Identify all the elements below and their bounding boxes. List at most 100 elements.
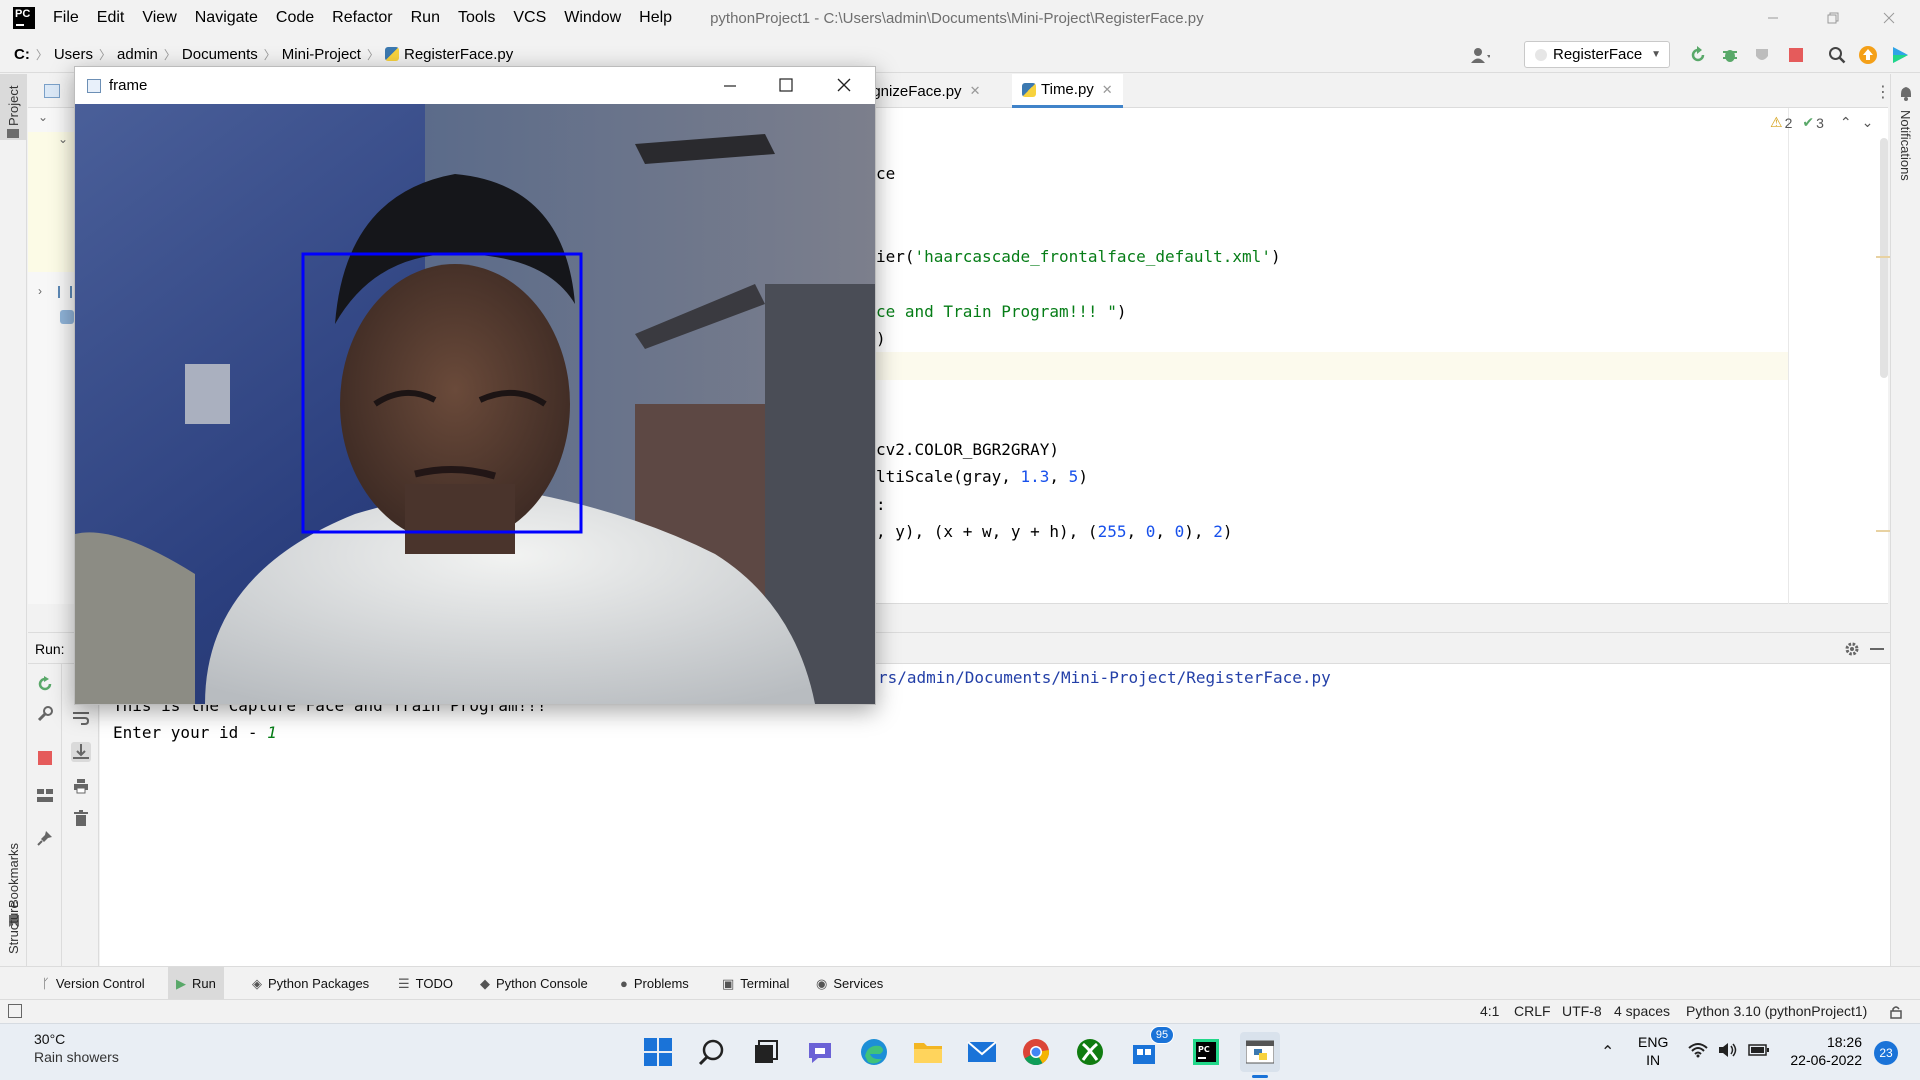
caret-position[interactable]: 4:1 [1480, 1003, 1499, 1019]
file-encoding[interactable]: UTF-8 [1562, 1003, 1602, 1019]
menu-code[interactable]: Code [276, 9, 314, 27]
close-icon[interactable] [837, 78, 851, 92]
code-with-me-icon[interactable] [1890, 45, 1910, 65]
error-stripe-mark[interactable] [1876, 256, 1890, 258]
gear-icon[interactable] [1844, 641, 1860, 657]
wifi-icon[interactable] [1688, 1042, 1708, 1058]
update-icon[interactable] [1858, 45, 1878, 65]
language-indicator[interactable]: ENG IN [1638, 1033, 1668, 1069]
menu-run[interactable]: Run [411, 9, 440, 27]
line-separator[interactable]: CRLF [1514, 1003, 1551, 1019]
notifications-label[interactable]: Notifications [1898, 110, 1913, 181]
tool-python-console[interactable]: ◆ Python Console [472, 967, 596, 1000]
chevron-down-icon[interactable]: ⌄ [1862, 114, 1874, 131]
pin-icon[interactable] [35, 828, 55, 848]
crumb-mini-project[interactable]: Mini-Project [282, 46, 361, 63]
menu-edit[interactable]: Edit [97, 9, 125, 27]
close-button[interactable] [1866, 0, 1912, 36]
tab-time[interactable]: Time.py ✕ [1012, 74, 1123, 108]
crumb-file[interactable]: RegisterFace.py [404, 46, 513, 63]
stop-icon[interactable] [1786, 45, 1806, 65]
debug-icon[interactable] [1720, 45, 1740, 65]
wrench-icon[interactable] [35, 704, 55, 724]
taskbar-mail[interactable] [962, 1032, 1002, 1072]
taskbar-teams[interactable] [800, 1032, 840, 1072]
restore-button[interactable] [1810, 0, 1856, 36]
search-icon[interactable] [1827, 45, 1847, 65]
toggle-tool-windows-icon[interactable] [8, 1004, 22, 1018]
weather-widget[interactable]: 30°C Rain showers [34, 1031, 119, 1065]
minimize-icon[interactable] [723, 79, 737, 93]
taskbar-store[interactable]: 95 [1124, 1026, 1174, 1072]
tool-todo[interactable]: ☰ TODO [390, 967, 461, 1000]
indent-setting[interactable]: 4 spaces [1614, 1003, 1670, 1019]
more-tabs-icon[interactable]: ⋮ [1875, 82, 1891, 102]
lock-icon[interactable] [1890, 1005, 1902, 1019]
menu-navigate[interactable]: Navigate [195, 9, 258, 27]
layout-icon[interactable] [35, 786, 55, 806]
menu-file[interactable]: File [53, 9, 79, 27]
crumb-admin[interactable]: admin [117, 46, 158, 63]
trash-icon[interactable] [71, 808, 91, 828]
maximize-icon[interactable] [779, 78, 793, 92]
chevron-down-icon[interactable]: ⌄ [58, 132, 68, 146]
editor-scrollbar[interactable] [1880, 138, 1888, 378]
frame-window[interactable]: frame [74, 66, 876, 705]
taskbar-search[interactable] [692, 1032, 732, 1072]
tool-version-control[interactable]: ᚴ Version Control [34, 967, 153, 1000]
error-stripe-mark[interactable] [1876, 530, 1890, 532]
taskbar-chrome[interactable] [1016, 1032, 1056, 1072]
tool-run[interactable]: ▶ Run [168, 967, 224, 1000]
run-configuration-select[interactable]: RegisterFace ▼ [1524, 41, 1670, 68]
close-icon[interactable]: ✕ [970, 83, 981, 99]
taskbar-task-view[interactable] [746, 1032, 786, 1072]
frame-titlebar[interactable]: frame [75, 67, 875, 104]
volume-icon[interactable] [1718, 1042, 1738, 1058]
rerun-icon[interactable] [1688, 45, 1708, 65]
tool-python-packages[interactable]: ◈ Python Packages [244, 967, 377, 1000]
taskbar-pycharm[interactable]: PC [1186, 1032, 1226, 1072]
clock[interactable]: 18:26 22-06-2022 [1780, 1033, 1862, 1069]
tool-terminal[interactable]: ▣ Terminal [714, 967, 797, 1000]
menu-refactor[interactable]: Refactor [332, 9, 392, 27]
hide-icon[interactable] [1870, 647, 1884, 651]
tool-problems[interactable]: ● Problems [612, 967, 697, 1000]
close-icon[interactable]: ✕ [1102, 82, 1113, 98]
project-tool-button[interactable]: Project [0, 74, 27, 140]
menu-window[interactable]: Window [564, 9, 621, 27]
menu-tools[interactable]: Tools [458, 9, 495, 27]
profile-icon[interactable] [1752, 45, 1772, 65]
start-button[interactable] [638, 1032, 678, 1072]
menu-vcs[interactable]: VCS [513, 9, 546, 27]
inspection-widget[interactable]: ⚠ 2 ✔ 3 ⌃ ⌄ [1770, 114, 1873, 131]
soft-wrap-icon[interactable] [71, 708, 91, 728]
battery-icon[interactable] [1748, 1044, 1770, 1056]
console-command-path[interactable]: rs/admin/Documents/Mini-Project/Register… [878, 668, 1331, 687]
menu-view[interactable]: View [142, 9, 176, 27]
tool-services[interactable]: ◉ Services [808, 967, 891, 1000]
user-account-icon[interactable] [1470, 45, 1490, 65]
crumb-users[interactable]: Users [54, 46, 93, 63]
stop-icon[interactable] [35, 748, 55, 768]
chevron-up-icon[interactable]: ⌃ [1840, 114, 1852, 131]
code-editor[interactable]: ⚠ 2 ✔ 3 ⌃ ⌄ ce ier('haarcascade_frontalf… [860, 108, 1890, 604]
scroll-to-end-icon[interactable] [71, 742, 91, 762]
drive-crumb[interactable]: C: [14, 46, 30, 63]
run-console[interactable]: rs/admin/Documents/Mini-Project/Register… [100, 664, 1890, 966]
console-user-input[interactable]: 1 [267, 723, 277, 742]
taskbar-python-app[interactable] [1240, 1032, 1280, 1078]
menu-help[interactable]: Help [639, 9, 672, 27]
taskbar-file-explorer[interactable] [908, 1032, 948, 1072]
notification-count-badge[interactable]: 23 [1874, 1041, 1898, 1065]
chevron-right-icon[interactable]: › [38, 284, 42, 298]
minimize-button[interactable] [1750, 0, 1796, 36]
chevron-down-icon[interactable]: ⌄ [38, 110, 48, 124]
taskbar-edge[interactable] [854, 1032, 894, 1072]
crumb-documents[interactable]: Documents [182, 46, 258, 63]
print-icon[interactable] [71, 776, 91, 796]
hidden-icons-chevron-icon[interactable]: ⌃ [1601, 1042, 1614, 1062]
structure-tool-button[interactable]: Structure [0, 874, 27, 964]
rerun-icon[interactable] [35, 674, 55, 694]
bell-icon[interactable] [1899, 86, 1913, 102]
python-interpreter[interactable]: Python 3.10 (pythonProject1) [1686, 1003, 1867, 1019]
